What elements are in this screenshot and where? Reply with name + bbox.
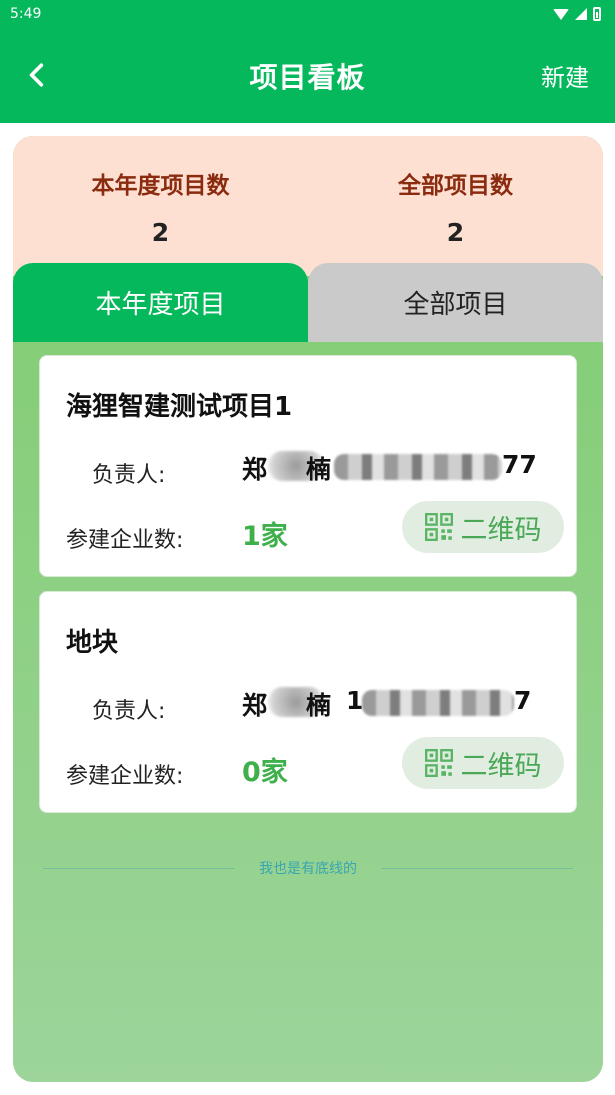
project-tabs: 本年度项目 全部项目 — [13, 263, 603, 342]
company-count: 0家 — [242, 757, 288, 788]
qr-code-button[interactable]: 二维码 — [402, 737, 564, 789]
new-button[interactable]: 新建 — [541, 58, 589, 93]
owner-name-end: 楠 — [306, 691, 332, 720]
stat-this-year: 本年度项目数 2 — [13, 136, 308, 276]
status-icons — [553, 7, 601, 21]
qr-code-button[interactable]: 二维码 — [402, 501, 564, 553]
redacted-phone — [362, 690, 514, 716]
stat-label: 全部项目数 — [398, 173, 513, 199]
qr-code-icon — [424, 749, 453, 777]
owner-label: 负责人: — [92, 463, 166, 488]
project-card[interactable]: 地块 负责人: 郑 楠 1 7 参建企业数: 0家 二维码 — [39, 591, 577, 813]
page-title: 项目看板 — [249, 61, 366, 94]
project-title: 海狸智建测试项目1 — [66, 392, 293, 422]
footer-text: 我也是有底线的 — [259, 861, 357, 877]
project-panel: 本年度项目数 2 全部项目数 2 本年度项目 全部项目 海狸智建测试项目1 负责… — [13, 136, 603, 1082]
owner-name-start: 郑 — [242, 455, 268, 484]
stats-header: 本年度项目数 2 全部项目数 2 — [13, 136, 603, 276]
stat-label: 本年度项目数 — [91, 173, 230, 199]
tab-all-projects[interactable]: 全部项目 — [308, 263, 603, 342]
signal-icon — [575, 8, 587, 20]
tab-this-year[interactable]: 本年度项目 — [13, 263, 308, 342]
owner-label: 负责人: — [92, 699, 166, 724]
footer-divider-left — [43, 867, 235, 869]
app-bar: 项目看板 新建 — [0, 28, 615, 123]
owner-name-end: 楠 — [306, 455, 332, 484]
redacted-phone — [334, 454, 502, 480]
company-count: 1家 — [242, 521, 288, 552]
company-label: 参建企业数: — [66, 528, 184, 553]
project-card[interactable]: 海狸智建测试项目1 负责人: 郑 楠 77 参建企业数: 1家 二维码 — [39, 355, 577, 577]
qr-code-label: 二维码 — [460, 514, 542, 546]
phone-tail: 7 — [514, 686, 532, 715]
company-label: 参建企业数: — [66, 764, 184, 789]
wifi-icon — [553, 8, 569, 20]
project-title: 地块 — [66, 628, 119, 658]
phone-start: 1 — [346, 686, 364, 715]
list-end-footer: 我也是有底线的 — [43, 856, 573, 880]
phone-tail: 77 — [502, 450, 537, 479]
status-time: 5:49 — [10, 6, 42, 22]
stat-all: 全部项目数 2 — [308, 136, 603, 276]
stat-value: 2 — [151, 218, 170, 247]
status-bar: 5:49 — [0, 0, 615, 28]
owner-name-start: 郑 — [242, 691, 268, 720]
battery-icon — [593, 7, 601, 21]
qr-code-icon — [424, 513, 453, 541]
footer-divider-right — [381, 867, 573, 869]
qr-code-label: 二维码 — [460, 750, 542, 782]
stat-value: 2 — [446, 218, 465, 247]
